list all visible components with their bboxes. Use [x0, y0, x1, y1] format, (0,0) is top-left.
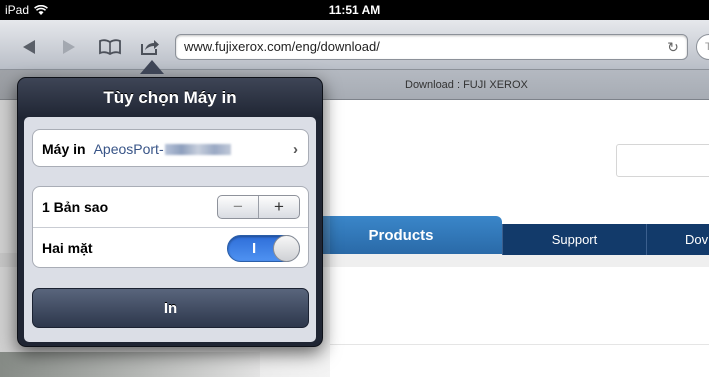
- printer-label: Máy in: [42, 141, 86, 157]
- share-button[interactable]: [138, 36, 162, 58]
- search-placeholder: T: [705, 41, 709, 53]
- printer-value: ApeosPort-: [93, 141, 164, 157]
- print-button[interactable]: In: [32, 288, 309, 328]
- content-divider: [330, 344, 709, 345]
- browser-toolbar: www.fujixerox.com/eng/download/ ↻ T: [0, 20, 709, 70]
- copies-row: 1 Bản sao − +: [33, 187, 308, 227]
- copies-stepper: − +: [217, 195, 300, 219]
- share-icon: [141, 40, 159, 55]
- duplex-toggle[interactable]: I: [227, 235, 300, 262]
- nav-tab-products[interactable]: Products: [300, 216, 502, 254]
- status-time: 11:51 AM: [328, 3, 381, 17]
- popover-arrow: [140, 60, 164, 74]
- printer-name-redacted: [164, 143, 231, 155]
- toggle-on-mark: I: [252, 240, 257, 257]
- tab-title[interactable]: Download : FUJI XEROX: [330, 79, 709, 91]
- reload-icon[interactable]: ↻: [665, 39, 681, 55]
- nav-tab-support[interactable]: Support: [502, 224, 646, 255]
- site-nav: Products Support Dov: [300, 216, 709, 255]
- forward-button[interactable]: [57, 36, 81, 58]
- nav-tab-download[interactable]: Dov: [646, 224, 709, 255]
- background-shadow: [0, 352, 260, 377]
- duplex-row: Hai mặt I: [33, 227, 308, 267]
- url-text: www.fujixerox.com/eng/download/: [184, 39, 380, 54]
- forward-arrow-icon: [63, 40, 75, 54]
- printer-group: Máy in ApeosPort- ›: [32, 129, 309, 167]
- site-search-box[interactable]: [616, 144, 709, 177]
- increment-button[interactable]: +: [259, 196, 299, 218]
- duplex-label: Hai mặt: [42, 239, 93, 256]
- status-bar: iPad 11:51 AM: [0, 0, 709, 20]
- back-arrow-icon: [23, 40, 35, 54]
- copies-label: 1 Bản sao: [42, 199, 109, 215]
- options-group: 1 Bản sao − + Hai mặt I: [32, 186, 309, 268]
- bookmarks-button[interactable]: [98, 36, 122, 58]
- back-button[interactable]: [17, 36, 41, 58]
- printer-row[interactable]: Máy in ApeosPort- ›: [33, 129, 308, 169]
- search-field[interactable]: T: [696, 34, 709, 60]
- url-field[interactable]: www.fujixerox.com/eng/download/ ↻: [175, 34, 688, 60]
- toggle-knob[interactable]: [273, 235, 300, 262]
- popover-body: Máy in ApeosPort- › 1 Bản sao − + Hai mặ…: [24, 117, 316, 342]
- chevron-right-icon: ›: [293, 140, 298, 158]
- decrement-button[interactable]: −: [218, 196, 259, 218]
- bookmarks-icon: [99, 39, 121, 55]
- popover-title: Tùy chọn Máy in: [103, 88, 237, 107]
- print-options-popover: Tùy chọn Máy in Máy in ApeosPort- › 1 Bả…: [17, 77, 323, 347]
